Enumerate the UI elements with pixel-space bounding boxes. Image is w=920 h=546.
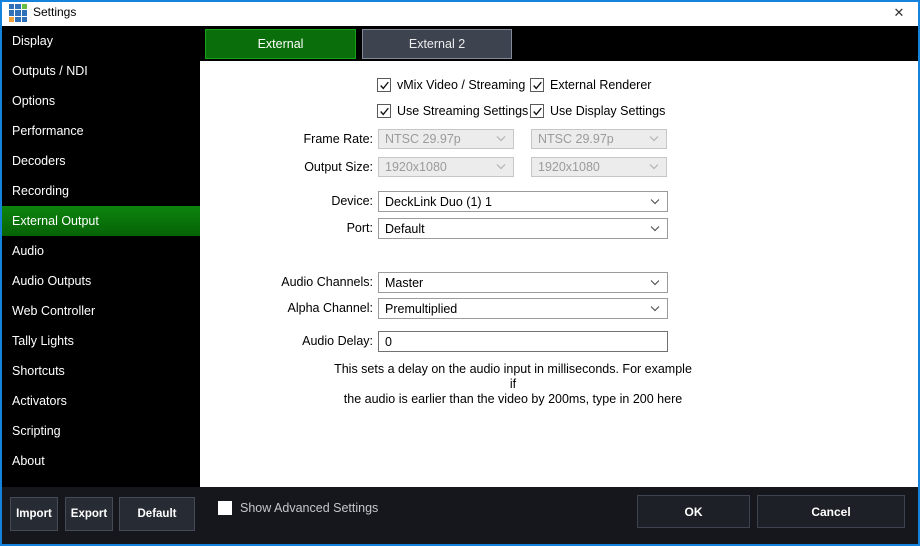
sidebar-item-about[interactable]: About bbox=[0, 446, 200, 476]
device-label: Device: bbox=[200, 191, 373, 212]
use-streaming-settings-checkbox[interactable]: Use Streaming Settings bbox=[377, 103, 528, 119]
ok-button[interactable]: OK bbox=[637, 495, 750, 528]
sidebar-item-shortcuts[interactable]: Shortcuts bbox=[0, 356, 200, 386]
output-size-label: Output Size: bbox=[200, 157, 373, 177]
use-display-settings-checkbox[interactable]: Use Display Settings bbox=[530, 103, 665, 119]
audio-delay-help-text: This sets a delay on the audio input in … bbox=[333, 362, 693, 407]
chevron-down-icon bbox=[650, 226, 660, 232]
checkbox-label: Use Display Settings bbox=[550, 104, 665, 118]
device-select[interactable]: DeckLink Duo (1) 1 bbox=[378, 191, 668, 212]
checkbox-unchecked-icon bbox=[218, 501, 232, 515]
checkbox-checked-icon bbox=[377, 78, 391, 92]
footer-bar: Import Export Default Show Advanced Sett… bbox=[0, 487, 920, 546]
chevron-down-icon bbox=[650, 306, 660, 312]
checkbox-label: Use Streaming Settings bbox=[397, 104, 528, 118]
import-button[interactable]: Import bbox=[10, 497, 58, 531]
sidebar-item-performance[interactable]: Performance bbox=[0, 116, 200, 146]
selected-value: Default bbox=[385, 222, 425, 236]
sidebar-item-external-output[interactable]: External Output bbox=[0, 206, 200, 236]
output-size-select-2[interactable]: 1920x1080 bbox=[531, 157, 667, 177]
close-icon: ✕ bbox=[894, 5, 905, 20]
checkbox-label: vMix Video / Streaming bbox=[397, 78, 525, 92]
chevron-down-icon bbox=[649, 136, 659, 142]
chevron-down-icon bbox=[650, 199, 660, 205]
sidebar-item-recording[interactable]: Recording bbox=[0, 176, 200, 206]
alpha-channel-label: Alpha Channel: bbox=[200, 298, 373, 319]
sidebar-item-decoders[interactable]: Decoders bbox=[0, 146, 200, 176]
selected-value: 1920x1080 bbox=[385, 160, 447, 174]
sidebar-item-display[interactable]: Display bbox=[0, 26, 200, 56]
port-label: Port: bbox=[200, 218, 373, 239]
selected-value: DeckLink Duo (1) 1 bbox=[385, 195, 492, 209]
sidebar-item-audio[interactable]: Audio bbox=[0, 236, 200, 266]
settings-sidebar: Display Outputs / NDI Options Performanc… bbox=[0, 26, 200, 487]
export-button[interactable]: Export bbox=[65, 497, 113, 531]
external-renderer-checkbox[interactable]: External Renderer bbox=[530, 77, 651, 93]
title-bar: Settings ✕ bbox=[0, 0, 920, 26]
cancel-button[interactable]: Cancel bbox=[757, 495, 905, 528]
close-button[interactable]: ✕ bbox=[883, 1, 915, 25]
output-size-select-1[interactable]: 1920x1080 bbox=[378, 157, 514, 177]
frame-rate-label: Frame Rate: bbox=[200, 129, 373, 149]
show-advanced-settings-checkbox[interactable]: Show Advanced Settings bbox=[218, 500, 378, 516]
selected-value: Master bbox=[385, 276, 423, 290]
frame-rate-select-1[interactable]: NTSC 29.97p bbox=[378, 129, 514, 149]
audio-delay-input[interactable] bbox=[378, 331, 668, 352]
alpha-channel-select[interactable]: Premultiplied bbox=[378, 298, 668, 319]
selected-value: 1920x1080 bbox=[538, 160, 600, 174]
sidebar-item-audio-outputs[interactable]: Audio Outputs bbox=[0, 266, 200, 296]
selected-value: Premultiplied bbox=[385, 302, 457, 316]
sidebar-item-activators[interactable]: Activators bbox=[0, 386, 200, 416]
sidebar-item-scripting[interactable]: Scripting bbox=[0, 416, 200, 446]
checkbox-label: External Renderer bbox=[550, 78, 651, 92]
sidebar-item-web-controller[interactable]: Web Controller bbox=[0, 296, 200, 326]
sidebar-item-outputs-ndi[interactable]: Outputs / NDI bbox=[0, 56, 200, 86]
checkbox-checked-icon bbox=[530, 104, 544, 118]
vmix-video-streaming-checkbox[interactable]: vMix Video / Streaming bbox=[377, 77, 525, 93]
help-line-1: This sets a delay on the audio input in … bbox=[333, 362, 693, 392]
sidebar-item-tally-lights[interactable]: Tally Lights bbox=[0, 326, 200, 356]
default-button[interactable]: Default bbox=[119, 497, 195, 531]
checkbox-checked-icon bbox=[377, 104, 391, 118]
port-select[interactable]: Default bbox=[378, 218, 668, 239]
help-line-2: the audio is earlier than the video by 2… bbox=[333, 392, 693, 407]
external-output-panel: vMix Video / Streaming External Renderer… bbox=[200, 61, 918, 487]
frame-rate-select-2[interactable]: NTSC 29.97p bbox=[531, 129, 667, 149]
window-title: Settings bbox=[33, 0, 76, 25]
selected-value: NTSC 29.97p bbox=[538, 132, 614, 146]
chevron-down-icon bbox=[649, 164, 659, 170]
audio-channels-label: Audio Channels: bbox=[200, 272, 373, 293]
chevron-down-icon bbox=[496, 136, 506, 142]
audio-delay-label: Audio Delay: bbox=[200, 331, 373, 352]
chevron-down-icon bbox=[650, 280, 660, 286]
vmix-logo-icon bbox=[9, 4, 27, 22]
selected-value: NTSC 29.97p bbox=[385, 132, 461, 146]
checkbox-checked-icon bbox=[530, 78, 544, 92]
checkbox-label: Show Advanced Settings bbox=[240, 501, 378, 515]
tab-external-2[interactable]: External 2 bbox=[362, 29, 512, 59]
audio-channels-select[interactable]: Master bbox=[378, 272, 668, 293]
sidebar-item-options[interactable]: Options bbox=[0, 86, 200, 116]
tab-external[interactable]: External bbox=[205, 29, 356, 59]
external-output-tabstrip: External External 2 bbox=[200, 26, 918, 61]
chevron-down-icon bbox=[496, 164, 506, 170]
